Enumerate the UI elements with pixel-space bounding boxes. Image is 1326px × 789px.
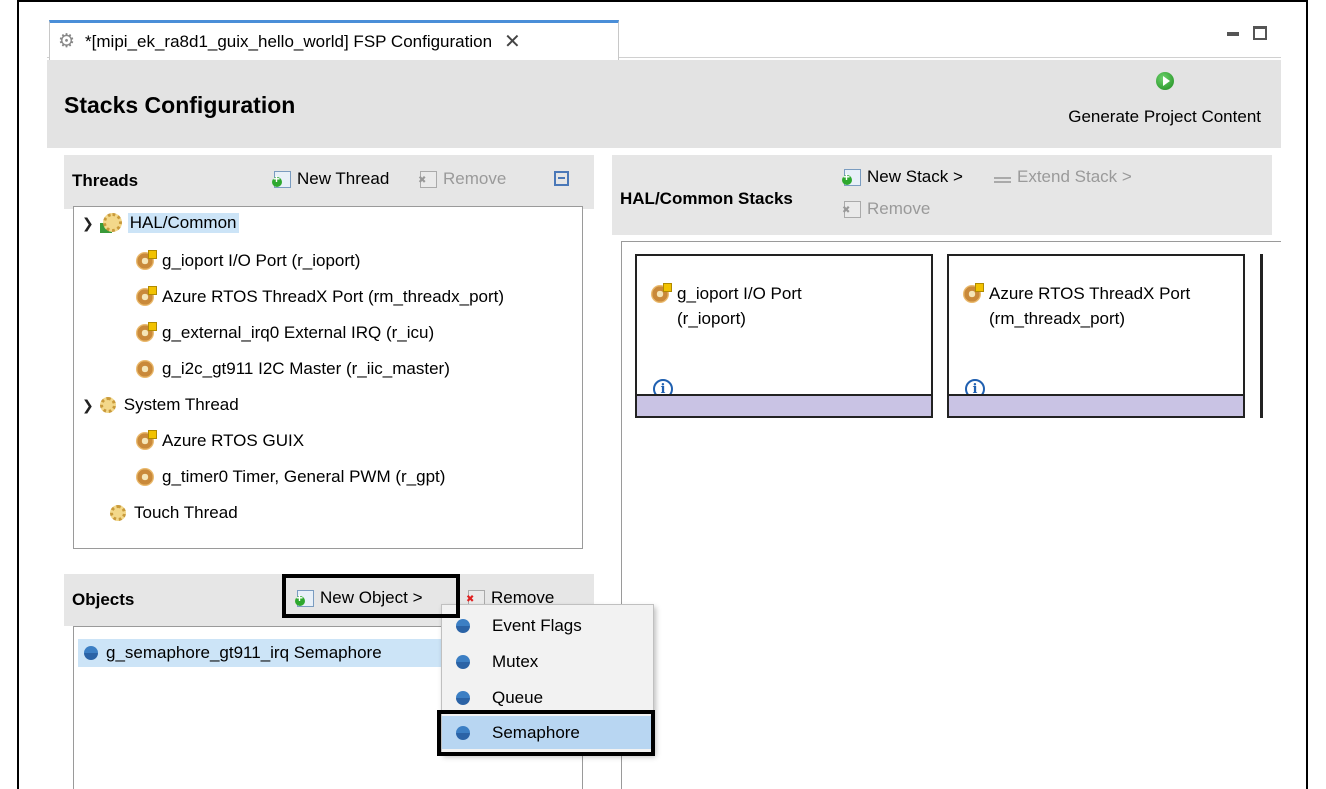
stack-card-line2: (r_ioport) [677, 308, 746, 328]
stacks-canvas: g_ioport I/O Port (r_ioport) i Azure RTO… [621, 241, 1281, 789]
semaphore-callout-box [437, 710, 655, 756]
new-object-callout-box [282, 574, 460, 618]
remove-thread-button[interactable]: Remove [418, 169, 507, 189]
tree-item-external-irq[interactable]: g_external_irq0 External IRQ (r_icu) [136, 322, 435, 343]
extend-stack-button[interactable]: Extend Stack > [994, 167, 1132, 187]
menu-item-event-flags[interactable]: Event Flags [442, 609, 653, 642]
tree-item-label: System Thread [123, 395, 239, 414]
stacks-configuration-header: Stacks Configuration Generate Project Co… [47, 60, 1281, 148]
chevron-down-icon[interactable]: ❯ [82, 215, 94, 232]
remove-thread-icon [418, 170, 437, 188]
tree-item-label: Touch Thread [134, 503, 238, 522]
stack-card-footer [637, 394, 931, 416]
threads-title: Threads [72, 171, 139, 190]
generate-project-content-button[interactable]: Generate Project Content [1068, 72, 1261, 127]
stacks-panel-header: HAL/Common Stacks New Stack > Extend Sta… [612, 155, 1272, 235]
thread-icon [99, 397, 116, 413]
collapse-all-icon [554, 171, 569, 186]
maximize-icon[interactable] [1253, 26, 1267, 40]
new-thread-label: New Thread [297, 169, 390, 188]
editor-tab-bar: ⚙ *[mipi_ek_ra8d1_guix_hello_world] FSP … [47, 18, 1281, 60]
hal-common-icon [99, 213, 122, 233]
tree-item-label: g_timer0 Timer, General PWM (r_gpt) [162, 467, 446, 486]
stack-card-line1: Azure RTOS ThreadX Port [989, 284, 1191, 303]
tree-item-timer[interactable]: g_timer0 Timer, General PWM (r_gpt) [136, 467, 445, 487]
tree-item-touch-thread[interactable]: Touch Thread [110, 503, 238, 523]
menu-item-label: Mutex [492, 651, 539, 671]
new-thread-button[interactable]: New Thread [272, 169, 390, 189]
list-item-label: g_semaphore_gt911_irq Semaphore [106, 643, 382, 662]
remove-stack-icon [842, 200, 861, 218]
close-tab-icon[interactable]: ✕ [504, 32, 521, 52]
tree-item-label: HAL/Common [127, 213, 239, 233]
minimize-icon[interactable] [1227, 32, 1239, 36]
tree-item-threadx-port[interactable]: Azure RTOS ThreadX Port (rm_threadx_port… [136, 286, 505, 307]
remove-stack-button[interactable]: Remove [842, 199, 931, 219]
menu-item-label: Event Flags [492, 615, 582, 635]
new-thread-icon [272, 170, 291, 188]
module-icon [136, 468, 154, 486]
tree-item-hal-common[interactable]: ❯ HAL/Common [82, 213, 239, 233]
thread-icon [110, 505, 126, 521]
module-icon [651, 283, 672, 303]
module-icon [136, 322, 157, 342]
module-icon [136, 360, 154, 378]
generate-run-icon [1155, 72, 1174, 90]
stack-card-line1: g_ioport I/O Port [677, 284, 802, 303]
stack-card-text: Azure RTOS ThreadX Port (rm_threadx_port… [963, 282, 1190, 331]
stack-card-ioport[interactable]: g_ioport I/O Port (r_ioport) i [635, 254, 933, 418]
generate-project-content-label: Generate Project Content [1068, 107, 1261, 126]
view-controls [1227, 26, 1267, 40]
editor-tab-title: *[mipi_ek_ra8d1_guix_hello_world] FSP Co… [85, 31, 493, 51]
stack-card-text: g_ioport I/O Port (r_ioport) [651, 282, 802, 331]
tree-item-label: g_external_irq0 External IRQ (r_icu) [162, 323, 435, 342]
tree-item-label: g_ioport I/O Port (r_ioport) [162, 251, 361, 270]
configuration-gear-icon: ⚙ [58, 31, 76, 52]
extend-stack-icon [994, 170, 1011, 185]
semaphore-object-icon [84, 646, 98, 660]
event-flags-object-icon [456, 618, 470, 633]
tree-item-label: Azure RTOS GUIX [162, 431, 305, 450]
remove-thread-label: Remove [443, 169, 507, 188]
objects-title: Objects [72, 590, 135, 609]
module-icon [963, 283, 984, 303]
module-icon [136, 430, 157, 450]
tree-item-i2c-master[interactable]: g_i2c_gt911 I2C Master (r_iic_master) [136, 359, 450, 379]
editor-tab[interactable]: ⚙ *[mipi_ek_ra8d1_guix_hello_world] FSP … [49, 20, 619, 60]
stacks-title: HAL/Common Stacks [620, 189, 793, 208]
new-stack-button[interactable]: New Stack > [842, 167, 963, 187]
new-stack-label: New Stack > [867, 167, 963, 186]
extend-stack-label: Extend Stack > [1017, 167, 1132, 186]
module-icon [136, 250, 157, 270]
page-title: Stacks Configuration [64, 92, 296, 118]
stack-card-partial [1260, 254, 1263, 418]
threads-panel-header: Threads New Thread Remove [64, 155, 594, 209]
mutex-object-icon [456, 654, 470, 669]
tree-item-guix[interactable]: Azure RTOS GUIX [136, 430, 305, 451]
collapse-all-button[interactable] [554, 171, 569, 186]
remove-stack-label: Remove [867, 199, 931, 218]
threads-tree: ❯ HAL/Common g_ioport I/O Port (r_ioport… [73, 206, 583, 549]
stack-card-line2: (rm_threadx_port) [989, 308, 1126, 328]
tree-item-label: g_i2c_gt911 I2C Master (r_iic_master) [162, 359, 450, 378]
tree-item-system-thread[interactable]: ❯ System Thread [82, 395, 239, 415]
new-stack-icon [842, 168, 861, 186]
chevron-down-icon[interactable]: ❯ [82, 397, 94, 414]
menu-item-label: Queue [492, 687, 544, 707]
stack-card-footer [949, 394, 1243, 416]
tree-item-label: Azure RTOS ThreadX Port (rm_threadx_port… [162, 287, 505, 306]
list-item-semaphore[interactable]: g_semaphore_gt911_irq Semaphore [78, 639, 458, 667]
queue-object-icon [456, 690, 470, 705]
stack-card-threadx-port[interactable]: Azure RTOS ThreadX Port (rm_threadx_port… [947, 254, 1245, 418]
tree-item-g-ioport[interactable]: g_ioport I/O Port (r_ioport) [136, 250, 361, 271]
module-icon [136, 286, 157, 306]
fsp-configuration-editor: ⚙ *[mipi_ek_ra8d1_guix_hello_world] FSP … [47, 18, 1281, 789]
menu-item-mutex[interactable]: Mutex [442, 645, 653, 678]
